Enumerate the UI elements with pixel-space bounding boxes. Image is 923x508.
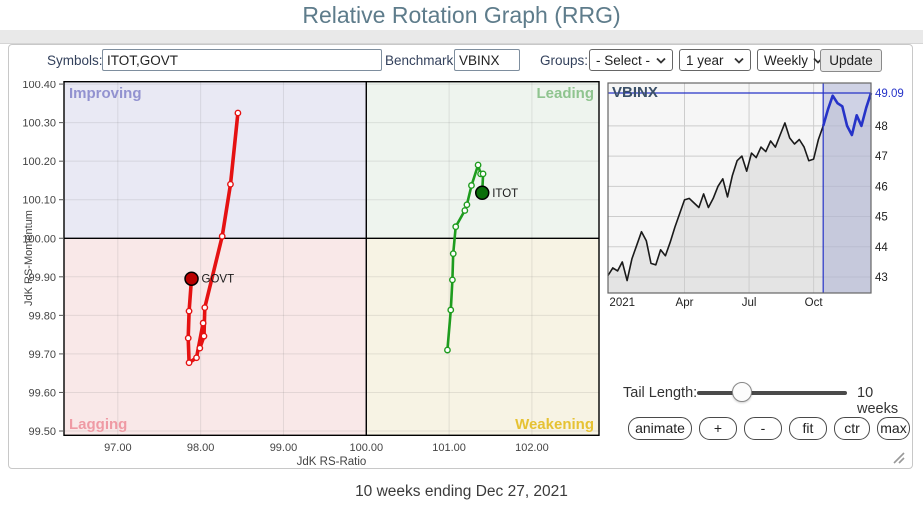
quadrant-leading bbox=[366, 81, 599, 238]
x-tick-label: 99.00 bbox=[270, 442, 298, 454]
y-tick-label: 99.60 bbox=[28, 387, 56, 399]
y-tick-label: 100.00 bbox=[22, 233, 56, 245]
rrg-panel: Symbols: Benchmark: Groups: - Select - 1… bbox=[8, 44, 913, 469]
symbols-label: Symbols: bbox=[47, 53, 103, 68]
mini-y-tick-label: 48 bbox=[875, 121, 888, 133]
mini-y-tick-label: 44 bbox=[875, 242, 888, 254]
quadrant-label-improving: Improving bbox=[69, 85, 142, 102]
quadrant-improving bbox=[64, 81, 366, 238]
mini-y-tick-label: 43 bbox=[875, 272, 888, 284]
y-tick-label: 99.50 bbox=[28, 426, 56, 438]
symbols-input[interactable] bbox=[102, 49, 382, 71]
y-tick-label: 100.20 bbox=[22, 156, 56, 168]
groups-select[interactable]: - Select - bbox=[589, 49, 673, 71]
max-button[interactable]: max bbox=[877, 417, 910, 440]
x-tick-label: 100.00 bbox=[349, 442, 383, 454]
trail-marker bbox=[201, 333, 206, 338]
y-tick-label: 99.70 bbox=[28, 349, 56, 361]
itot-head bbox=[476, 186, 489, 199]
footer-caption: 10 weeks ending Dec 27, 2021 bbox=[0, 483, 923, 501]
y-tick-label: 100.10 bbox=[22, 195, 56, 207]
mini-x-tick-label: Apr bbox=[676, 297, 694, 309]
x-tick-label: 98.00 bbox=[187, 442, 215, 454]
groups-label: Groups: bbox=[540, 53, 588, 68]
mini-y-tick-label: 45 bbox=[875, 212, 888, 224]
groups-select-value: - Select - bbox=[596, 53, 650, 68]
frequency-select[interactable]: Weekly bbox=[757, 49, 815, 71]
tail-length-value: 10 weeks bbox=[857, 385, 912, 417]
chart-buttons-row: animate + - fit ctr max bbox=[628, 417, 910, 440]
trail-marker bbox=[450, 277, 455, 282]
quadrant-label-lagging: Lagging bbox=[69, 416, 127, 433]
itot-head-label: ITOT bbox=[492, 188, 518, 200]
trail-marker bbox=[186, 335, 191, 340]
quadrant-label-leading: Leading bbox=[536, 85, 594, 102]
y-tick-label: 100.40 bbox=[22, 81, 56, 91]
mini-x-tick-label: Oct bbox=[805, 297, 824, 309]
x-tick-label: 97.00 bbox=[104, 442, 132, 454]
trail-marker bbox=[453, 224, 458, 229]
frequency-select-value: Weekly bbox=[764, 53, 808, 68]
rrg-x-axis-title: JdK RS-Ratio bbox=[297, 456, 367, 468]
trail-marker bbox=[228, 182, 233, 187]
trail-marker bbox=[445, 347, 450, 352]
trail-marker bbox=[186, 360, 191, 365]
trail-marker bbox=[194, 355, 199, 360]
trail-marker bbox=[475, 162, 480, 167]
quadrant-weakening bbox=[366, 238, 599, 436]
update-button[interactable]: Update bbox=[820, 49, 882, 72]
mini-y-tick-label: 47 bbox=[875, 151, 888, 163]
trail-marker bbox=[186, 308, 191, 313]
page: Relative Rotation Graph (RRG) Symbols: B… bbox=[0, 0, 923, 508]
animate-button[interactable]: animate bbox=[628, 417, 692, 440]
fit-button[interactable]: fit bbox=[789, 417, 827, 440]
x-tick-label: 102.00 bbox=[515, 442, 549, 454]
period-select[interactable]: 1 year bbox=[679, 49, 751, 71]
chevron-down-icon bbox=[734, 57, 744, 64]
trail-marker bbox=[480, 171, 485, 176]
tail-length-label: Tail Length: bbox=[623, 385, 697, 401]
mini-x-tick-label: Jul bbox=[742, 297, 757, 309]
page-title: Relative Rotation Graph (RRG) bbox=[0, 0, 923, 30]
tail-length-slider[interactable] bbox=[697, 391, 847, 395]
tail-length-slider-thumb[interactable] bbox=[732, 382, 752, 402]
benchmark-mini-chart: 43 44 45 46 47 48 49.09 2021 Apr Jul Oct VBINX bbox=[604, 81, 906, 309]
last-price-label: 49.09 bbox=[875, 88, 904, 100]
quadrant-label-weakening: Weakening bbox=[515, 416, 594, 433]
mini-chart-title: VBINX bbox=[612, 84, 658, 101]
benchmark-input[interactable] bbox=[454, 49, 520, 71]
rrg-chart: Improving Leading Lagging Weakening 97.00 98.… bbox=[9, 81, 609, 469]
period-select-value: 1 year bbox=[686, 53, 724, 68]
trail-marker bbox=[202, 305, 207, 310]
chevron-down-icon bbox=[656, 57, 666, 64]
resize-handle[interactable] bbox=[890, 449, 906, 465]
trail-marker bbox=[219, 234, 224, 239]
trail-marker bbox=[469, 183, 474, 188]
mini-x-tick-label: 2021 bbox=[609, 297, 635, 309]
trail-marker bbox=[197, 345, 202, 350]
trail-marker bbox=[200, 320, 205, 325]
y-tick-label: 100.30 bbox=[22, 118, 56, 130]
govt-head bbox=[185, 272, 198, 285]
trail-marker bbox=[464, 202, 469, 207]
zoom-in-button[interactable]: + bbox=[699, 417, 737, 440]
trail-marker bbox=[235, 110, 240, 115]
y-tick-label: 99.90 bbox=[28, 272, 56, 284]
trail-marker bbox=[451, 251, 456, 256]
trail-marker bbox=[448, 307, 453, 312]
govt-head-label: GOVT bbox=[202, 274, 235, 286]
zoom-out-button[interactable]: - bbox=[744, 417, 782, 440]
x-tick-label: 101.00 bbox=[432, 442, 466, 454]
trail-marker bbox=[462, 208, 467, 213]
benchmark-label: Benchmark: bbox=[385, 53, 457, 68]
y-tick-label: 99.80 bbox=[28, 310, 56, 322]
header-strip bbox=[0, 30, 923, 44]
mini-y-tick-label: 46 bbox=[875, 181, 888, 193]
center-button[interactable]: ctr bbox=[834, 417, 870, 440]
